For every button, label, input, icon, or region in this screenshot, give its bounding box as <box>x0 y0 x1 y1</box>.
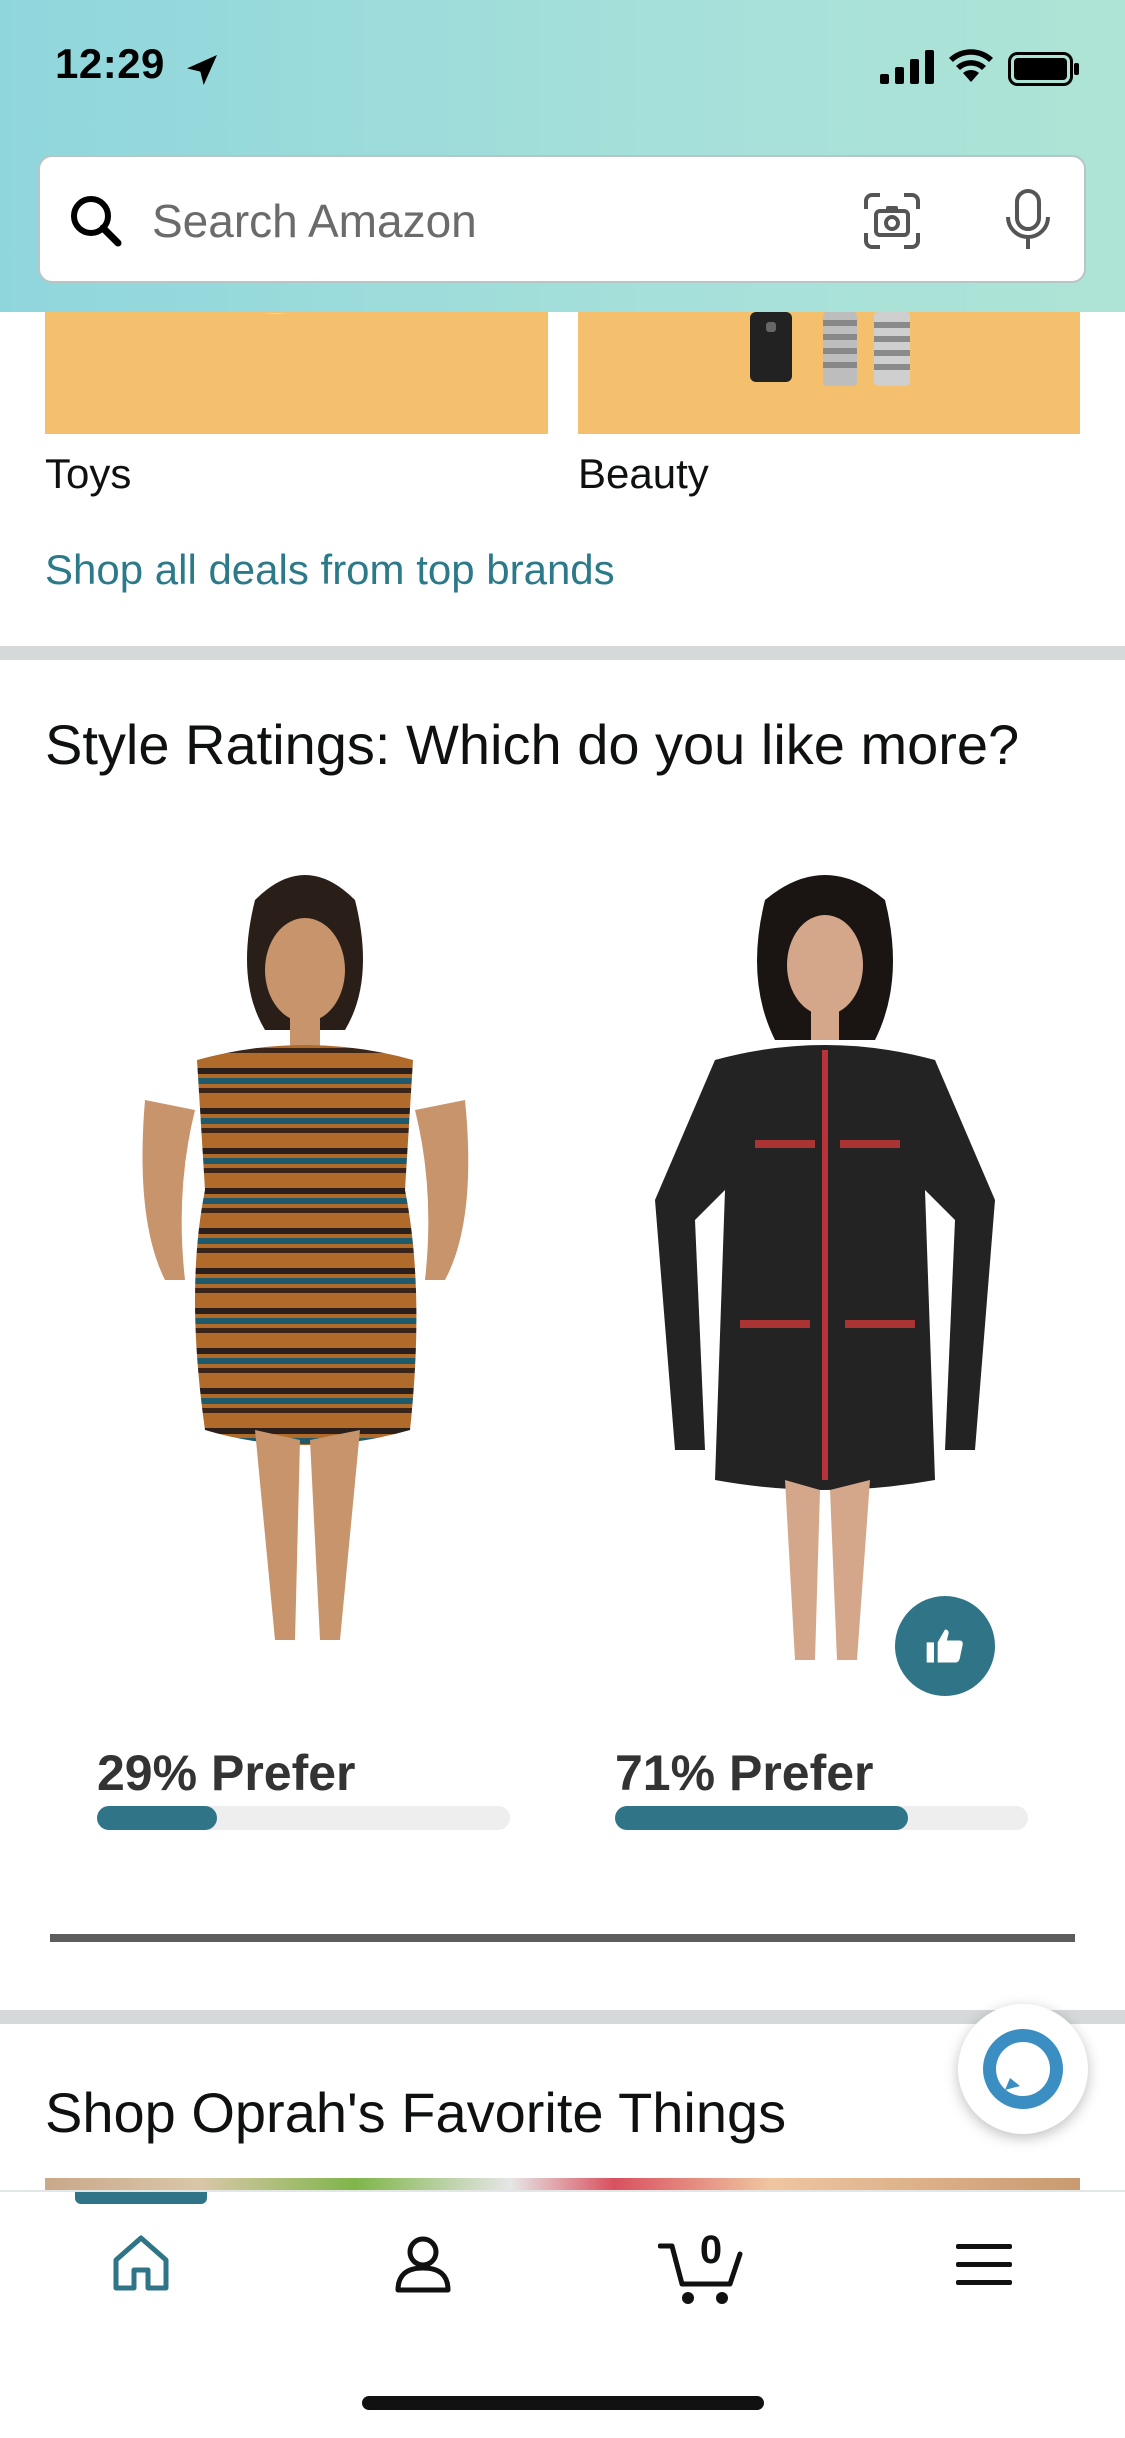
location-arrow-icon <box>187 55 217 85</box>
cart-count: 0 <box>699 2228 723 2272</box>
shop-all-deals-link[interactable]: Shop all deals from top brands <box>45 546 615 594</box>
search-icon <box>71 196 122 247</box>
carousel-scroll-indicator <box>50 1934 1075 1942</box>
microphone-icon[interactable] <box>998 187 1058 253</box>
option-1-prefer-bar-fill <box>97 1806 217 1830</box>
oprah-favorites-title: Shop Oprah's Favorite Things <box>45 2081 787 2144</box>
battery-icon <box>1008 52 1079 86</box>
search-input[interactable] <box>150 185 854 257</box>
status-time: 12:29 <box>55 40 165 87</box>
cellular-signal-icon <box>880 50 934 84</box>
active-tab-indicator <box>75 2192 207 2204</box>
menu-icon[interactable] <box>954 2240 1014 2290</box>
beauty-label: Beauty <box>578 450 709 497</box>
beauty-product-image <box>750 312 910 386</box>
app-header: 12:29 <box>0 0 1125 312</box>
option-1-prefer-label: 29% Prefer <box>97 1745 356 1801</box>
thumbs-up-icon <box>926 1629 963 1663</box>
beauty-tile[interactable] <box>578 312 1080 434</box>
section-divider <box>0 646 1125 660</box>
option-2-prefer-label: 71% Prefer <box>615 1745 874 1801</box>
option-2-prefer-bar <box>615 1806 1028 1830</box>
alexa-icon <box>983 2029 1063 2109</box>
striped-dress-image[interactable] <box>105 860 525 1700</box>
toys-label: Toys <box>45 450 132 497</box>
option-2-prefer-bar-fill <box>615 1806 909 1830</box>
wifi-icon <box>949 49 993 82</box>
home-indicator <box>362 2396 764 2410</box>
style-ratings-title: Style Ratings: Which do you like more? <box>45 713 1020 776</box>
option-1-prefer-bar <box>97 1806 510 1830</box>
home-icon[interactable] <box>110 2232 172 2294</box>
search-bar[interactable] <box>38 155 1086 283</box>
toys-tile[interactable] <box>45 312 548 434</box>
toy-product-image <box>264 313 286 314</box>
like-button[interactable] <box>895 1596 995 1696</box>
section-divider-2 <box>0 2010 1125 2024</box>
black-knit-dress-image[interactable] <box>625 860 1045 1700</box>
account-icon[interactable] <box>392 2232 454 2294</box>
camera-scan-icon[interactable] <box>862 191 922 251</box>
alexa-button[interactable] <box>958 2004 1088 2134</box>
